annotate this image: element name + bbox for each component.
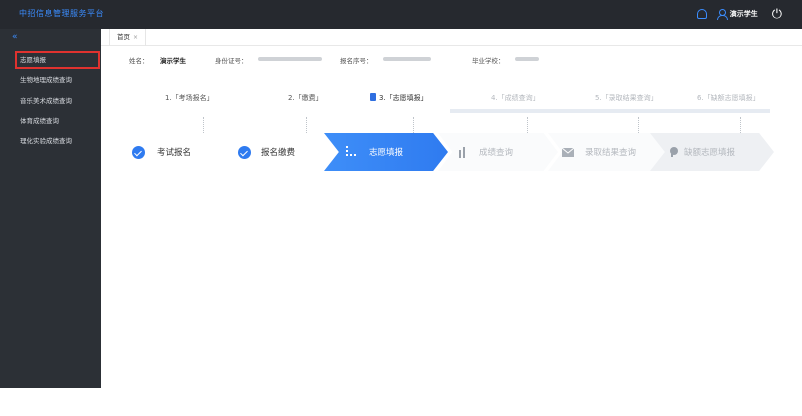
step-label-4: 4.「成绩查询」 (491, 94, 540, 102)
header-actions: 演示学生 ⏻ (696, 6, 782, 22)
app-root: 中招信息管理服务平台 演示学生 ⏻ « 志愿填报 生物地理成绩查询 音乐美术成绩… (0, 0, 802, 416)
flow-step-label: 考试报名 (157, 148, 192, 158)
sidebar: « 志愿填报 生物地理成绩查询 音乐美术成绩查询 体育成绩查询 理化实验成绩查询 (0, 29, 101, 388)
step-connector (638, 117, 639, 133)
check-circle-icon (238, 146, 251, 159)
school-value-redacted (515, 57, 539, 61)
step-connector (306, 117, 307, 133)
step-label-3: 3.「志愿填报」 (370, 93, 428, 103)
step-connector (740, 117, 741, 133)
list-icon (346, 146, 356, 156)
tab-home-label: 首页 (117, 33, 130, 41)
sidebar-item-bio-geo[interactable]: 生物地理成绩查询 (20, 74, 72, 84)
tab-bar: 首页 × (101, 29, 802, 46)
step-label-3-text: 3.「志愿填报」 (379, 94, 428, 102)
name-label: 姓名： (129, 57, 149, 65)
sidebar-item-music-art[interactable]: 音乐美术成绩查询 (20, 95, 72, 105)
school-label: 毕业学校： (472, 57, 505, 65)
sidebar-collapse-icon[interactable]: « (12, 32, 18, 42)
mail-icon (562, 147, 574, 157)
notification-bell-icon[interactable] (696, 9, 707, 19)
step-label-2: 2.「缴费」 (288, 94, 323, 102)
tab-home[interactable]: 首页 × (109, 29, 147, 46)
watermark (106, 242, 112, 250)
sidebar-item-lab[interactable]: 理化实验成绩查询 (20, 135, 72, 145)
flow-step-payment[interactable]: 报名缴费 (216, 133, 336, 171)
step-label-5: 5.「录取结果查询」 (595, 94, 658, 102)
step-connector (203, 117, 204, 133)
step-progress-rail (450, 109, 770, 113)
tab-close-icon[interactable]: × (133, 34, 138, 41)
flow-step-volunteer[interactable]: 志愿填报 (324, 133, 448, 171)
flow-step-scores[interactable]: 成绩查询 (438, 133, 558, 171)
name-value: 演示学生 (160, 57, 186, 65)
step-connector (527, 117, 528, 133)
top-bar: 中招信息管理服务平台 演示学生 ⏻ (0, 0, 802, 29)
step-label-6: 6.「缺额志愿填报」 (697, 94, 760, 102)
flow-step-label: 成绩查询 (479, 148, 514, 158)
pin-icon (670, 147, 678, 157)
flow-step-admission-result[interactable]: 录取结果查询 (548, 133, 666, 171)
user-icon (716, 9, 728, 20)
flow-step-label: 报名缴费 (261, 148, 296, 158)
flow-step-vacancy-volunteer[interactable]: 缺额志愿填报 (650, 133, 774, 171)
platform-title: 中招信息管理服务平台 (19, 9, 104, 18)
check-circle-icon (132, 146, 145, 159)
flow-step-label: 录取结果查询 (585, 148, 637, 158)
step-connector (413, 117, 414, 133)
user-menu[interactable]: 演示学生 (716, 9, 758, 20)
reg-number-redacted (383, 57, 431, 61)
bar-chart-icon (459, 147, 465, 158)
sidebar-item-volunteer[interactable]: 志愿填报 (15, 51, 100, 69)
flow-step-label: 缺额志愿填报 (684, 148, 736, 158)
flow-step-exam-registration[interactable]: 考试报名 (110, 133, 228, 171)
logout-power-icon[interactable]: ⏻ (772, 8, 782, 21)
flow-step-label: 志愿填报 (369, 148, 404, 158)
username: 演示学生 (729, 10, 758, 18)
reg-number-label: 报名序号： (340, 57, 373, 65)
id-value-redacted (258, 57, 322, 61)
step-label-1: 1.「考场报名」 (165, 94, 214, 102)
current-step-icon (370, 93, 376, 101)
id-label: 身份证号： (215, 57, 248, 65)
sidebar-item-pe[interactable]: 体育成绩查询 (20, 115, 59, 125)
